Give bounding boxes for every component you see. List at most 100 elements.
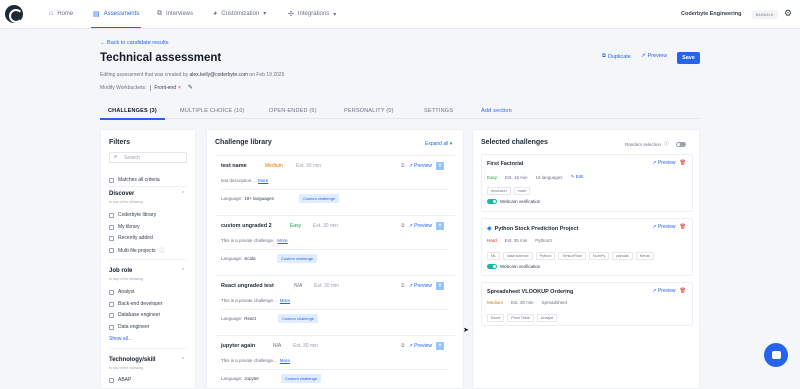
estimate-label: Est. 30 min — [314, 283, 340, 289]
nav-interviews[interactable]: ⧉ Interviews — [157, 10, 193, 18]
toggle-switch[interactable] — [487, 199, 497, 204]
more-link[interactable]: More — [258, 178, 268, 183]
estimate-label: Est. 30 min — [296, 163, 322, 169]
filter-analyst[interactable]: Analyst — [109, 289, 134, 295]
search-icon: ⌕ — [114, 154, 118, 160]
coderbyte-logo[interactable] — [5, 5, 23, 23]
tag: Pivot Table — [507, 314, 534, 322]
toggle-switch[interactable] — [487, 264, 497, 269]
language-label: Language: 18+ languages — [221, 196, 274, 201]
divider — [109, 186, 187, 187]
estimate-label: Est. 18 min — [505, 174, 528, 180]
trash-icon[interactable]: 🗑 — [680, 288, 686, 294]
chevron-up-icon: ⌃ — [181, 191, 186, 197]
external-link-icon: ↗ — [641, 53, 646, 59]
copy-icon[interactable]: ⧉ — [401, 163, 405, 169]
selected-challenge-card[interactable]: First Factorial ↗ Preview 🗑 Easy Est. 18 m… — [481, 154, 693, 212]
save-button[interactable]: Save — [677, 52, 700, 64]
add-challenge-button[interactable]: + — [435, 282, 444, 290]
edit-icon[interactable]: ✎ — [188, 84, 193, 91]
random-selection-toggle[interactable]: Random selection ⓘ — [625, 141, 686, 147]
challenge-card[interactable]: jupyter again N/A Est. 30 min ⧉ ↗ Preview… — [215, 335, 455, 389]
custom-challenge-badge: Custom challenge — [299, 194, 340, 203]
preview-link[interactable]: ↗ Preview — [652, 160, 675, 166]
copy-icon[interactable]: ⧉ — [401, 343, 405, 349]
interviews-icon: ⧉ — [157, 10, 162, 17]
filter-back-end-developer[interactable]: Back-end developer — [109, 301, 162, 307]
show-all-link[interactable]: Show all... — [109, 336, 132, 342]
tag: recursion — [487, 187, 511, 195]
tag: Analyst — [536, 314, 558, 322]
add-challenge-button[interactable]: + — [435, 222, 444, 230]
plan-badge: BUNDLE — [752, 10, 779, 19]
preview-link[interactable]: ↗ Preview — [409, 163, 432, 169]
add-challenge-button[interactable]: + — [435, 342, 444, 350]
preview-button[interactable]: ↗ Preview — [641, 53, 667, 59]
discover-section[interactable]: Discover ⌃ — [109, 191, 185, 197]
expand-all-button[interactable]: Expand all ▾ — [425, 141, 452, 147]
challenge-card[interactable]: test name Medium Est. 30 min ⧉ ↗ Preview +… — [215, 155, 455, 210]
edit-link[interactable]: ✎ Edit — [571, 174, 584, 180]
job-role-section[interactable]: Job role ⌃ — [109, 268, 185, 274]
more-link[interactable]: More — [277, 238, 287, 243]
technology-section[interactable]: Technology/skill ⌃ — [109, 357, 185, 363]
divider — [221, 189, 449, 190]
more-link[interactable]: More — [280, 358, 290, 363]
filter-recently-added[interactable]: Recently added — [109, 235, 153, 241]
tab-settings[interactable]: SETTINGS — [424, 108, 453, 114]
remove-tag-icon[interactable]: × — [178, 85, 181, 91]
filter-my-library[interactable]: My library — [109, 224, 140, 230]
nav-home[interactable]: ⌂ Home — [49, 10, 73, 17]
home-icon: ⌂ — [49, 10, 54, 17]
preview-link[interactable]: ↗ Preview — [409, 283, 432, 289]
preview-link[interactable]: ↗ Preview — [409, 223, 432, 229]
more-link[interactable]: More — [280, 298, 290, 303]
challenge-name: First Factorial — [487, 161, 524, 167]
page-title: Technical assessment — [100, 52, 222, 64]
trash-icon[interactable]: 🗑 — [680, 160, 686, 166]
custom-challenge-badge: Custom challenge — [278, 314, 319, 323]
tab-multiple-choice[interactable]: MULTIPLE CHOICE (10) — [180, 108, 245, 114]
filter-abap[interactable]: ABAP — [109, 377, 131, 383]
challenge-card[interactable]: custom ungraded 2 Easy Est. 30 min ⧉ ↗ Pr… — [215, 215, 455, 270]
filter-multi-file-projects[interactable]: Multi-file projects ⓘ — [109, 247, 165, 254]
trash-icon[interactable]: 🗑 — [680, 224, 686, 230]
tag-list: Excel Pivot Table Analyst — [487, 314, 558, 322]
filter-database-engineer[interactable]: Database engineer — [109, 312, 160, 318]
selected-challenge-card[interactable]: Spreadsheet VLOOKUP Ordering ↗ Preview 🗑 … — [481, 282, 693, 326]
webcam-verification[interactable]: Webcam verification — [487, 199, 540, 204]
webcam-verification[interactable]: Webcam verification — [487, 264, 540, 269]
chat-button[interactable] — [764, 343, 788, 367]
tab-open-ended[interactable]: OPEN-ENDED (5) — [269, 108, 317, 114]
add-section-link[interactable]: Add section — [481, 108, 512, 114]
selected-challenge-card[interactable]: ◆ Python Stock Prediction Project ↗ Previ… — [481, 218, 693, 276]
language-label: Python3 — [535, 238, 552, 243]
filter-coderbyte-library[interactable]: Coderbyte library — [109, 212, 156, 218]
preview-link[interactable]: ↗ Preview — [409, 343, 432, 349]
company-name[interactable]: Coderbyte Engineering — [681, 11, 742, 17]
tag-list: recursion math — [487, 187, 531, 195]
info-icon: ⓘ — [664, 141, 669, 146]
tab-challenges[interactable]: CHALLENGES (3) — [100, 108, 165, 120]
search-input[interactable]: ⌕ Search — [109, 152, 187, 163]
gear-icon[interactable]: ⚙ — [784, 8, 792, 19]
nav-integrations[interactable]: ✣ Integrations ▾ — [288, 10, 336, 18]
tag: Excel — [487, 314, 505, 322]
toggle-switch[interactable] — [675, 141, 686, 147]
workbucket-tag: Front-end × — [150, 84, 184, 91]
back-link[interactable]: ← Back to candidate results — [100, 40, 168, 46]
preview-link[interactable]: ↗ Preview — [652, 288, 675, 294]
copy-icon[interactable]: ⧉ — [401, 283, 405, 289]
copy-icon[interactable]: ⧉ — [401, 223, 405, 229]
nav-assessments[interactable]: ▤ Assessments — [90, 10, 142, 28]
technology-sub: In any of the following — [109, 366, 143, 370]
difficulty-label: N/A — [273, 343, 282, 349]
challenge-card[interactable]: React ungraded test N/A Est. 30 min ⧉ ↗ P… — [215, 275, 455, 330]
filter-data-engineer[interactable]: Data engineer — [109, 324, 149, 330]
nav-customization[interactable]: ◕ Customization ▾ — [213, 10, 266, 17]
duplicate-button[interactable]: ⧉ Duplicate — [602, 53, 631, 60]
preview-link[interactable]: ↗ Preview — [652, 224, 675, 230]
add-challenge-button[interactable]: + — [435, 162, 444, 170]
matches-all-checkbox[interactable]: Matches all criteria — [109, 177, 160, 183]
tab-personality[interactable]: PERSONALITY (0) — [344, 108, 394, 114]
